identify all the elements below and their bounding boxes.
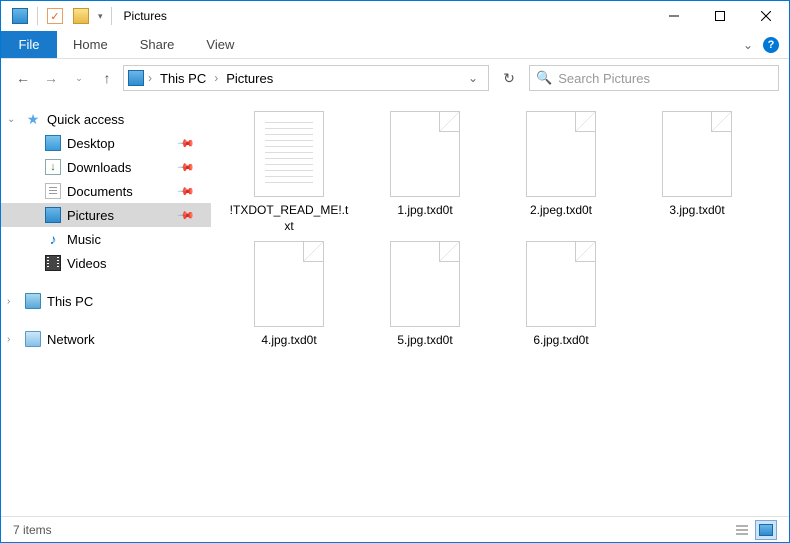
search-input[interactable]: 🔍 Search Pictures <box>529 65 779 91</box>
forward-button[interactable]: → <box>39 66 63 90</box>
quick-access-toolbar: ✓ ▾ <box>9 5 114 27</box>
documents-icon <box>45 183 61 199</box>
sidebar-this-pc-label: This PC <box>47 294 93 309</box>
sidebar-item-pictures[interactable]: Pictures 📌 <box>1 203 211 227</box>
file-item[interactable]: 6.jpg.txd0t <box>493 237 629 367</box>
textfile-icon <box>254 111 324 197</box>
pictures-icon <box>45 207 61 223</box>
breadcrumb-separator: › <box>146 71 154 85</box>
pin-icon: 📌 <box>177 182 196 201</box>
sidebar-quick-access-label: Quick access <box>47 112 124 127</box>
status-item-count: 7 items <box>13 523 52 537</box>
breadcrumb-separator: › <box>212 71 220 85</box>
file-label: 6.jpg.txd0t <box>533 333 588 349</box>
app-icon[interactable] <box>9 5 31 27</box>
file-label: 2.jpeg.txd0t <box>530 203 592 219</box>
sidebar-item-downloads[interactable]: ↓ Downloads 📌 <box>1 155 211 179</box>
file-icon <box>254 241 324 327</box>
desktop-icon <box>45 135 61 151</box>
file-icon <box>390 111 460 197</box>
search-icon: 🔍 <box>536 70 552 86</box>
file-item[interactable]: 2.jpeg.txd0t <box>493 107 629 237</box>
expand-icon[interactable]: › <box>7 334 10 345</box>
sidebar: ⌄ ★ Quick access Desktop 📌 ↓ Downloads 📌… <box>1 97 211 516</box>
sidebar-item-label: Videos <box>67 256 107 271</box>
file-item[interactable]: !TXDOT_READ_ME!.txt <box>221 107 357 237</box>
file-tab[interactable]: File <box>1 31 57 58</box>
refresh-button[interactable]: ↻ <box>495 65 523 91</box>
tab-share[interactable]: Share <box>124 31 191 58</box>
file-label: 3.jpg.txd0t <box>669 203 724 219</box>
breadcrumb-pictures[interactable]: Pictures <box>222 71 277 86</box>
sidebar-item-label: Pictures <box>67 208 114 223</box>
sidebar-network-label: Network <box>47 332 95 347</box>
tab-home[interactable]: Home <box>57 31 124 58</box>
sidebar-network[interactable]: › Network <box>1 327 211 351</box>
minimize-button[interactable] <box>651 1 697 31</box>
music-icon: ♪ <box>45 231 61 247</box>
ribbon: File Home Share View ⌄ ? <box>1 31 789 59</box>
search-placeholder: Search Pictures <box>558 71 650 86</box>
qat-dropdown-icon[interactable]: ▾ <box>96 11 105 22</box>
sidebar-item-desktop[interactable]: Desktop 📌 <box>1 131 211 155</box>
file-label: !TXDOT_READ_ME!.txt <box>229 203 349 234</box>
file-icon <box>526 111 596 197</box>
file-icon <box>526 241 596 327</box>
address-dropdown-icon[interactable]: ⌄ <box>462 71 484 85</box>
address-bar[interactable]: › This PC › Pictures ⌄ <box>123 65 489 91</box>
back-button[interactable]: ← <box>11 66 35 90</box>
file-label: 4.jpg.txd0t <box>261 333 316 349</box>
qat-properties-icon[interactable]: ✓ <box>44 5 66 27</box>
sidebar-item-label: Music <box>67 232 101 247</box>
up-button[interactable]: ↑ <box>95 66 119 90</box>
file-label: 5.jpg.txd0t <box>397 333 452 349</box>
file-list[interactable]: !TXDOT_READ_ME!.txt 1.jpg.txd0t 2.jpeg.txd… <box>211 97 789 516</box>
breadcrumb-thispc[interactable]: This PC <box>156 71 210 86</box>
pc-icon <box>25 293 41 309</box>
view-largeicons-button[interactable] <box>755 520 777 540</box>
help-icon[interactable]: ? <box>763 37 779 53</box>
file-item[interactable]: 5.jpg.txd0t <box>357 237 493 367</box>
sidebar-quick-access[interactable]: ⌄ ★ Quick access <box>1 107 211 131</box>
ribbon-expand-icon[interactable]: ⌄ <box>743 38 753 52</box>
network-icon <box>25 331 41 347</box>
star-icon: ★ <box>25 111 41 127</box>
view-details-button[interactable] <box>731 520 753 540</box>
titlebar: ✓ ▾ Pictures <box>1 1 789 31</box>
recent-dropdown-icon[interactable]: ⌄ <box>67 66 91 90</box>
file-item[interactable]: 1.jpg.txd0t <box>357 107 493 237</box>
window-title: Pictures <box>124 9 167 23</box>
maximize-button[interactable] <box>697 1 743 31</box>
downloads-icon: ↓ <box>45 159 61 175</box>
pin-icon: 📌 <box>177 134 196 153</box>
location-icon <box>128 70 144 86</box>
sidebar-item-label: Downloads <box>67 160 131 175</box>
pin-icon: 📌 <box>177 158 196 177</box>
videos-icon <box>45 255 61 271</box>
sidebar-item-label: Documents <box>67 184 133 199</box>
expand-icon[interactable]: › <box>7 296 10 307</box>
sidebar-item-label: Desktop <box>67 136 115 151</box>
file-item[interactable]: 3.jpg.txd0t <box>629 107 765 237</box>
sidebar-this-pc[interactable]: › This PC <box>1 289 211 313</box>
tab-view[interactable]: View <box>190 31 250 58</box>
file-icon <box>390 241 460 327</box>
qat-newfolder-icon[interactable] <box>70 5 92 27</box>
pin-icon: 📌 <box>177 206 196 225</box>
file-item[interactable]: 4.jpg.txd0t <box>221 237 357 367</box>
sidebar-item-documents[interactable]: Documents 📌 <box>1 179 211 203</box>
collapse-icon[interactable]: ⌄ <box>7 114 15 125</box>
statusbar: 7 items <box>1 516 789 542</box>
close-button[interactable] <box>743 1 789 31</box>
sidebar-item-music[interactable]: ♪ Music <box>1 227 211 251</box>
navbar: ← → ⌄ ↑ › This PC › Pictures ⌄ ↻ 🔍 Searc… <box>1 59 789 97</box>
sidebar-item-videos[interactable]: Videos <box>1 251 211 275</box>
file-label: 1.jpg.txd0t <box>397 203 452 219</box>
file-icon <box>662 111 732 197</box>
